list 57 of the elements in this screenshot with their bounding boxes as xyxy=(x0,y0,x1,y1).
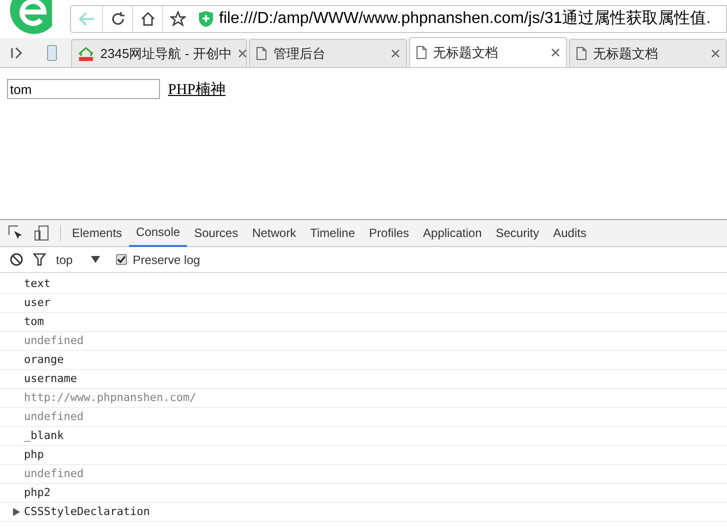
console-message: _blank xyxy=(24,428,64,444)
reload-icon xyxy=(110,12,124,26)
console-message: user xyxy=(24,294,50,311)
console-message: tom xyxy=(24,314,44,330)
browser-tab[interactable]: 管理后台 xyxy=(249,39,408,67)
shield-icon xyxy=(199,11,213,27)
close-icon[interactable] xyxy=(391,49,400,58)
browser-tab[interactable]: 无标题文档 xyxy=(409,37,568,67)
devtools-tab[interactable]: Security xyxy=(488,220,546,246)
devtools-tab[interactable]: Audits xyxy=(546,220,594,246)
context-selector[interactable]: top xyxy=(56,250,73,268)
preserve-log-label: Preserve log xyxy=(132,252,200,268)
console-message: text xyxy=(24,276,50,292)
filter-icon[interactable] xyxy=(33,253,46,266)
close-icon[interactable] xyxy=(551,48,560,57)
devtools-tab[interactable]: Sources xyxy=(187,220,246,246)
console-message: CSSStyleDeclaration xyxy=(24,504,150,520)
preserve-log-checkbox[interactable] xyxy=(116,254,127,265)
console-message: undefined xyxy=(24,466,84,482)
console-message: orange xyxy=(24,352,64,368)
close-icon[interactable] xyxy=(711,49,720,58)
back-arrow-icon xyxy=(78,12,94,26)
phone-icon xyxy=(46,45,57,61)
house-logo-icon xyxy=(78,46,94,62)
devtools-tab[interactable]: Timeline xyxy=(303,220,362,246)
console-message: undefined xyxy=(24,332,84,349)
document-icon xyxy=(576,47,588,60)
devtools-tab[interactable]: Application xyxy=(416,220,489,246)
console-message: username xyxy=(24,370,77,387)
close-icon[interactable] xyxy=(238,49,247,58)
device-icon[interactable] xyxy=(34,225,50,241)
devtools-tab[interactable]: Network xyxy=(245,220,304,246)
console-message: php xyxy=(24,446,44,463)
page-link[interactable]: PHP楠神 xyxy=(168,79,226,102)
check-icon xyxy=(116,255,126,264)
document-icon xyxy=(416,46,428,59)
dropdown-caret-icon[interactable] xyxy=(90,256,100,263)
sidebar-toggle-icon xyxy=(10,47,23,59)
tab-title: 无标题文档 xyxy=(593,44,660,63)
console-message: http://www.phpnanshen.com/ xyxy=(24,390,196,406)
tab-title: 2345网址导航 - 开创中 xyxy=(100,44,232,63)
home-icon xyxy=(140,12,154,26)
tab-title: 无标题文档 xyxy=(433,44,500,62)
browser-tab[interactable]: 2345网址导航 - 开创中 xyxy=(71,39,248,67)
inspect-icon[interactable] xyxy=(8,225,24,241)
text-input[interactable]: tom xyxy=(7,79,160,99)
devtools-tab[interactable]: Console xyxy=(129,220,188,246)
devtools-tab[interactable]: Profiles xyxy=(362,220,416,246)
console-message: php2 xyxy=(24,484,50,501)
document-icon xyxy=(256,47,268,60)
clear-icon[interactable] xyxy=(10,253,23,266)
star-icon xyxy=(170,11,186,27)
expand-triangle-icon[interactable] xyxy=(13,508,20,516)
tab-title: 管理后台 xyxy=(273,44,326,63)
console-message: undefined xyxy=(24,408,84,425)
browser-tab[interactable]: 无标题文档 xyxy=(569,39,727,67)
devtools-tab[interactable]: Elements xyxy=(65,220,130,246)
